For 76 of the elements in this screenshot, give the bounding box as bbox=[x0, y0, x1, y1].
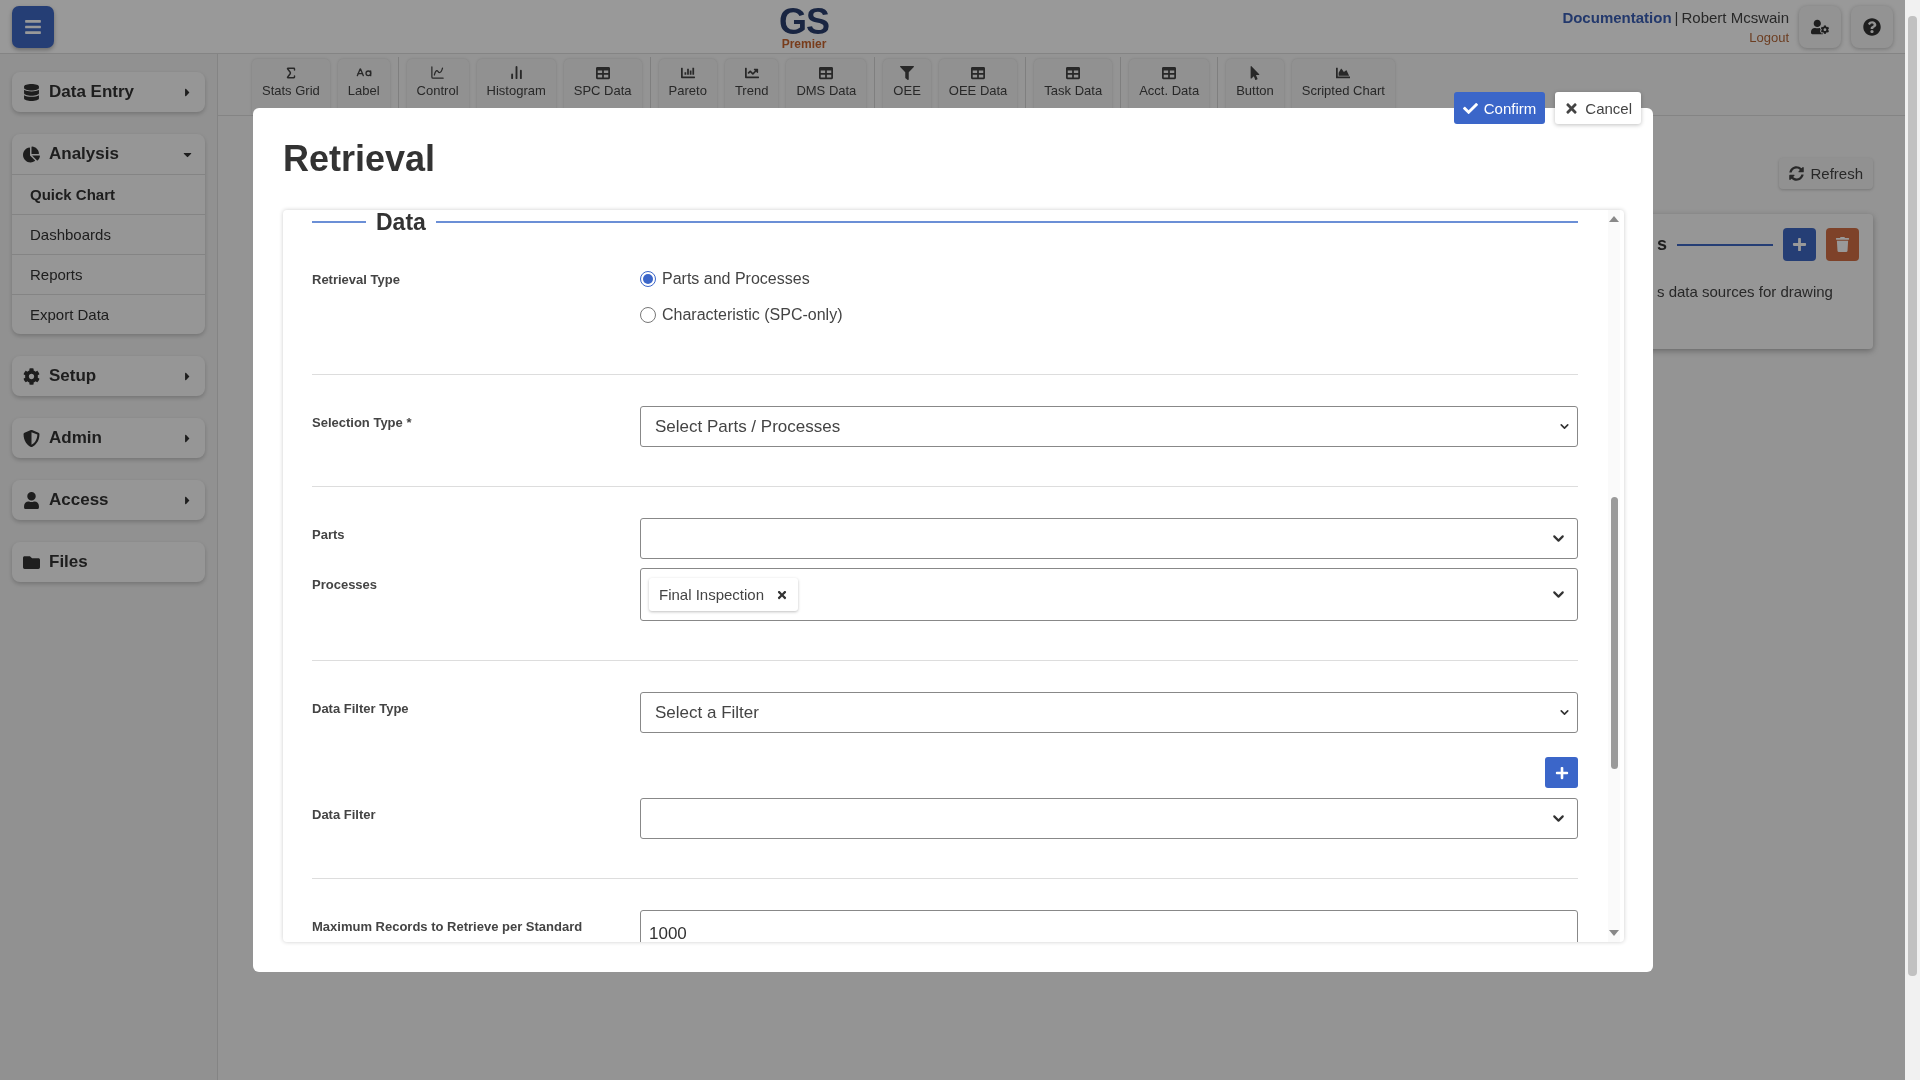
logo-subtitle: Premier bbox=[781, 37, 827, 50]
tool-icon bbox=[508, 65, 524, 80]
help-button[interactable] bbox=[1851, 5, 1893, 48]
group-icon bbox=[23, 83, 40, 101]
plus-icon bbox=[1554, 765, 1569, 780]
number-input[interactable]: 1000 bbox=[640, 910, 1578, 942]
check-icon bbox=[1462, 100, 1478, 116]
tool-icon bbox=[900, 65, 915, 80]
section-title: Data bbox=[376, 210, 426, 236]
modal-title: Retrieval bbox=[283, 138, 437, 180]
sidebar-group-header[interactable]: Analysis bbox=[12, 134, 205, 174]
tool-icon bbox=[744, 65, 759, 80]
sidebar-group-header[interactable]: Admin bbox=[12, 418, 205, 458]
multiselect-field[interactable] bbox=[640, 798, 1578, 839]
add-button[interactable] bbox=[1545, 757, 1578, 788]
radio-label: Characteristic (SPC-only) bbox=[662, 306, 843, 324]
plus-icon bbox=[1792, 237, 1807, 252]
menu-button[interactable] bbox=[12, 5, 54, 48]
radio-label: Parts and Processes bbox=[662, 270, 810, 288]
select-field[interactable]: Select a Filter bbox=[640, 692, 1578, 733]
help-icon bbox=[1863, 17, 1881, 36]
documentation-link[interactable]: Documentation bbox=[1562, 8, 1672, 26]
sidebar-group-header[interactable]: Files bbox=[12, 542, 205, 582]
field-label: Maximum Records to Retrieve per Standard bbox=[312, 918, 584, 934]
tag-label: Final Inspection bbox=[659, 586, 765, 603]
field-label: Retrieval Type bbox=[312, 271, 401, 287]
multiselect-field[interactable] bbox=[640, 518, 1578, 559]
radio-option[interactable]: Characteristic (SPC-only) bbox=[640, 304, 1578, 326]
tool-icon bbox=[595, 65, 610, 80]
logout-link[interactable]: Logout bbox=[1749, 29, 1789, 45]
scrollbar[interactable] bbox=[1608, 210, 1620, 942]
tool-icon bbox=[1162, 65, 1177, 80]
user-gear-icon bbox=[1811, 17, 1829, 36]
tool-icon bbox=[819, 65, 834, 80]
field-label: Data Filter bbox=[312, 806, 377, 822]
tool-icon bbox=[680, 65, 695, 80]
group-icon bbox=[23, 429, 40, 447]
cancel-button[interactable]: Cancel bbox=[1555, 92, 1641, 124]
field-label: Processes bbox=[312, 576, 379, 592]
sidebar-item[interactable]: Dashboards bbox=[12, 214, 205, 254]
tool-icon bbox=[430, 65, 446, 80]
group-icon bbox=[23, 367, 40, 385]
field-label: Selection Type * bbox=[312, 414, 413, 430]
group-icon bbox=[23, 491, 40, 509]
tool-icon bbox=[971, 65, 986, 80]
radio-option[interactable]: Parts and Processes bbox=[640, 268, 1578, 290]
scrollbar[interactable] bbox=[1905, 0, 1920, 1080]
tool-icon bbox=[1336, 65, 1351, 80]
sidebar-group-header[interactable]: Data Entry bbox=[12, 72, 205, 112]
sidebar-item[interactable]: Export Data bbox=[12, 294, 205, 334]
multiselect-field[interactable]: Final Inspection bbox=[640, 568, 1578, 621]
delete-button[interactable] bbox=[1826, 228, 1859, 261]
sidebar-group-header[interactable]: Access bbox=[12, 480, 205, 520]
card-text: s data sources for drawing bbox=[1657, 283, 1834, 300]
toolbar-button[interactable]: Stats Grid bbox=[252, 59, 330, 115]
menu-icon bbox=[24, 17, 42, 36]
add-button[interactable] bbox=[1783, 228, 1816, 261]
logo-title: GS bbox=[779, 3, 829, 40]
refresh-button[interactable]: Refresh bbox=[1779, 158, 1873, 189]
confirm-button[interactable]: Confirm bbox=[1453, 92, 1546, 124]
group-icon bbox=[23, 553, 40, 571]
field-label: Data Filter Type bbox=[312, 700, 410, 716]
remove-icon[interactable] bbox=[776, 588, 789, 601]
user-name: Robert Mcswain bbox=[1681, 8, 1789, 26]
card-title: s bbox=[1657, 234, 1667, 255]
field-label: Parts bbox=[312, 526, 346, 542]
separator: | bbox=[1674, 8, 1679, 26]
sidebar-item[interactable]: Reports bbox=[12, 254, 205, 294]
group-icon bbox=[23, 145, 40, 163]
trash-icon bbox=[1835, 237, 1850, 252]
refresh-icon bbox=[1789, 166, 1805, 181]
tool-icon bbox=[1066, 65, 1081, 80]
user-settings-button[interactable] bbox=[1799, 5, 1841, 48]
sidebar-group-header[interactable]: Setup bbox=[12, 356, 205, 396]
sidebar-item[interactable]: Quick Chart bbox=[12, 174, 205, 214]
select-field[interactable]: Select Parts / Processes bbox=[640, 406, 1578, 447]
